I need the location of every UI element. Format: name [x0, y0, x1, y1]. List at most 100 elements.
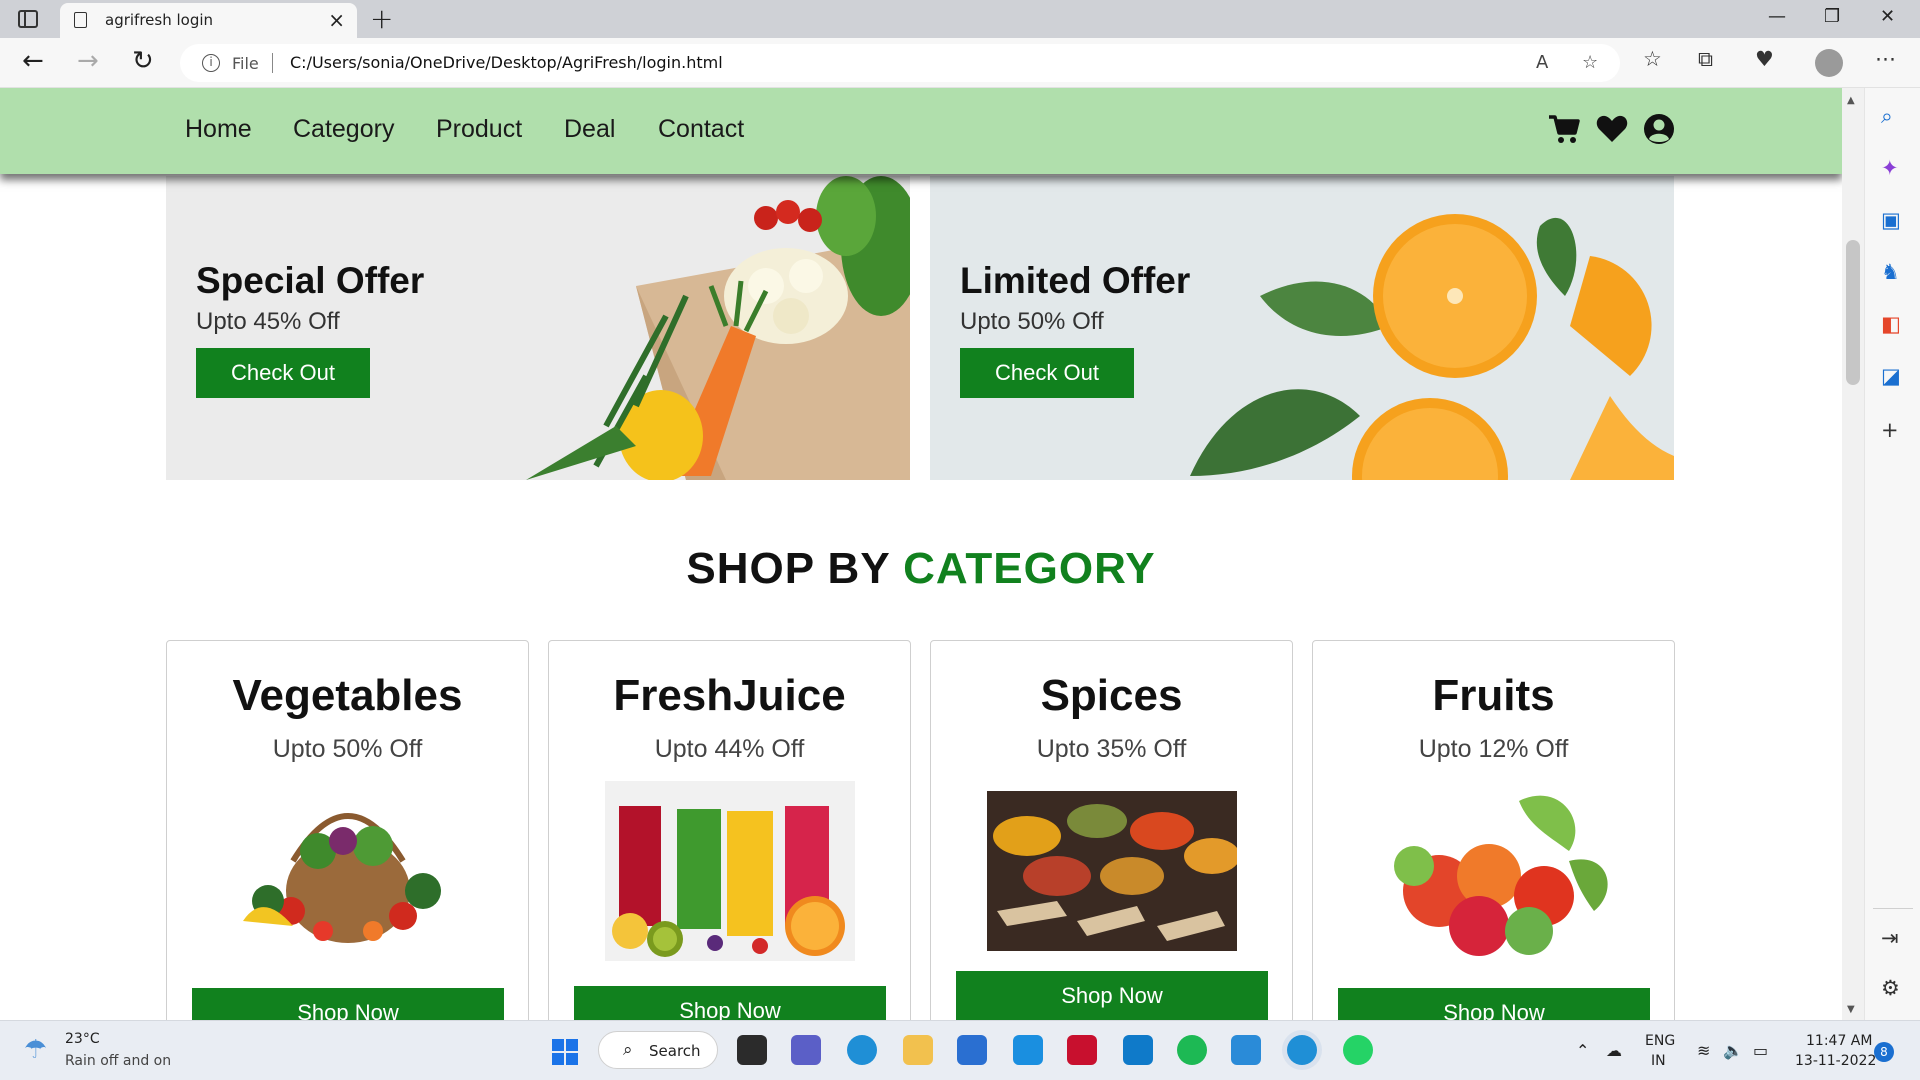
search-icon: ⌕ [623, 1040, 633, 1060]
scroll-up-icon[interactable]: ▲ [1847, 95, 1855, 106]
user-icon[interactable] [1642, 112, 1676, 146]
minimize-icon[interactable]: — [1768, 6, 1786, 27]
office-icon[interactable]: ◧ [1881, 312, 1901, 336]
settings-icon[interactable]: ⚙ [1881, 976, 1900, 1000]
show-hidden-icons[interactable]: ⌃ [1576, 1041, 1589, 1060]
scroll-down-icon[interactable]: ▼ [1847, 1004, 1855, 1015]
more-menu-icon[interactable]: ⋯ [1875, 47, 1896, 71]
category-card-freshjuice: FreshJuice Upto 44% Off Shop Now [548, 640, 911, 1020]
scrollbar-thumb[interactable] [1846, 240, 1860, 385]
forward-icon[interactable]: → [77, 46, 99, 76]
language-indicator[interactable]: ENG [1645, 1033, 1675, 1049]
network-cloud-icon[interactable]: ☁ [1606, 1041, 1622, 1060]
category-title: FreshJuice [613, 671, 846, 720]
search-label: Search [649, 1042, 701, 1060]
clock-time[interactable]: 11:47 AM [1806, 1033, 1872, 1049]
offer-subtitle: Upto 50% Off [960, 308, 1104, 335]
browser-tab[interactable]: agrifresh login × [60, 3, 357, 38]
weather-temperature[interactable]: 23°C [65, 1031, 100, 1047]
back-icon[interactable]: ← [22, 46, 44, 76]
refresh-icon[interactable]: ↻ [132, 46, 154, 76]
vscode-icon[interactable] [1231, 1035, 1261, 1065]
offer-banner-limited: Limited Offer Upto 50% Off Check Out [930, 176, 1674, 480]
spotify-icon[interactable] [1177, 1035, 1207, 1065]
category-discount: Upto 44% Off [654, 735, 805, 763]
clock-date[interactable]: 13-11-2022 [1795, 1053, 1876, 1069]
shop-now-button[interactable]: Shop Now [192, 988, 504, 1020]
nav-category[interactable]: Category [293, 115, 394, 144]
file-explorer-icon[interactable] [903, 1035, 933, 1065]
category-title: Vegetables [232, 671, 463, 720]
add-favorite-icon[interactable]: ☆ [1582, 52, 1598, 73]
new-tab-icon[interactable]: + [370, 2, 393, 35]
task-view-icon[interactable] [737, 1035, 767, 1065]
browser-tab-bar: agrifresh login × + — ❐ ✕ [0, 0, 1920, 38]
sidebar-divider [1873, 908, 1913, 909]
weather-icon[interactable]: ☂ [24, 1035, 47, 1065]
windows-taskbar: ☂ 23°C Rain off and on ⌕ Search ⌃ ☁ ENG … [0, 1020, 1920, 1080]
section-title-part2: CATEGORY [903, 544, 1156, 593]
taskbar-search[interactable]: ⌕ Search [598, 1031, 718, 1069]
region-indicator[interactable]: IN [1651, 1053, 1666, 1069]
heart-icon[interactable] [1595, 112, 1629, 146]
mcafee-icon[interactable] [1067, 1035, 1097, 1065]
wifi-icon[interactable]: ≋ [1697, 1041, 1710, 1060]
whatsapp-icon[interactable] [1343, 1035, 1373, 1065]
weather-description[interactable]: Rain off and on [65, 1053, 171, 1069]
category-card-vegetables: Vegetables Upto 50% Off Shop Now [166, 640, 529, 1020]
fruits-image [1394, 795, 1608, 956]
shop-now-button[interactable]: Shop Now [1338, 988, 1650, 1020]
teams-icon[interactable] [791, 1035, 821, 1065]
shop-now-button[interactable]: Shop Now [956, 971, 1268, 1020]
l-app-icon[interactable] [1013, 1035, 1043, 1065]
hide-sidebar-icon[interactable]: ⇥ [1881, 926, 1899, 950]
edge-icon[interactable] [847, 1035, 877, 1065]
browser-sidebar: ⌕ ✦ ▣ ♞ ◧ ◪ + ⇥ ⚙ [1864, 88, 1920, 1020]
edge-active-icon[interactable] [1287, 1035, 1317, 1065]
profile-avatar[interactable] [1815, 49, 1843, 77]
outlook-icon[interactable]: ◪ [1881, 364, 1901, 388]
cart-icon[interactable] [1547, 112, 1581, 146]
spices-image [987, 791, 1237, 951]
notification-badge[interactable]: 8 [1874, 1042, 1894, 1062]
offer-banner-special: Special Offer Upto 45% Off Check Out [166, 176, 910, 480]
close-window-icon[interactable]: ✕ [1880, 6, 1895, 27]
search-icon[interactable]: ⌕ [1881, 104, 1893, 129]
shop-now-button[interactable]: Shop Now [574, 986, 886, 1020]
address-bar[interactable]: i File C:/Users/sonia/OneDrive/Desktop/A… [180, 44, 1620, 82]
app-icon[interactable] [1123, 1035, 1153, 1065]
games-icon[interactable]: ♞ [1881, 260, 1900, 284]
battery-icon[interactable]: ▭ [1753, 1041, 1768, 1060]
check-out-button[interactable]: Check Out [196, 348, 370, 398]
favorites-icon[interactable]: ☆ [1643, 47, 1662, 71]
collections-icon[interactable]: ⧉ [1698, 47, 1713, 72]
start-icon[interactable] [552, 1039, 578, 1065]
page-viewport: Home Category Product Deal Contact Speci… [0, 88, 1842, 1020]
fresh-juice-image [605, 781, 855, 961]
nav-home[interactable]: Home [185, 115, 252, 144]
nav-contact[interactable]: Contact [658, 115, 744, 144]
restore-icon[interactable]: ❐ [1824, 6, 1840, 27]
page-scrollbar[interactable] [1842, 88, 1864, 1020]
check-out-button[interactable]: Check Out [960, 348, 1134, 398]
tab-title: agrifresh login [105, 11, 214, 29]
read-aloud-icon[interactable]: A [1536, 52, 1548, 73]
copilot-icon[interactable]: ✦ [1881, 156, 1899, 180]
category-discount: Upto 35% Off [1036, 735, 1187, 763]
category-title: Spices [1040, 671, 1183, 720]
page-icon [74, 12, 87, 28]
tools-icon[interactable]: ▣ [1881, 208, 1901, 232]
nav-product[interactable]: Product [436, 115, 522, 144]
add-sidebar-icon[interactable]: + [1881, 418, 1899, 442]
category-discount: Upto 50% Off [272, 735, 423, 763]
nav-deal[interactable]: Deal [564, 115, 615, 144]
info-icon[interactable]: i [202, 54, 220, 72]
browser-essentials-icon[interactable]: ♥ [1755, 47, 1774, 71]
close-tab-icon[interactable]: × [328, 8, 345, 32]
store-icon[interactable] [957, 1035, 987, 1065]
tab-actions-icon[interactable] [18, 10, 38, 28]
url-text[interactable]: C:/Users/sonia/OneDrive/Desktop/AgriFres… [290, 53, 723, 72]
site-header: Home Category Product Deal Contact [0, 88, 1842, 174]
volume-icon[interactable]: 🔈 [1723, 1041, 1743, 1060]
offer-subtitle: Upto 45% Off [196, 308, 340, 335]
